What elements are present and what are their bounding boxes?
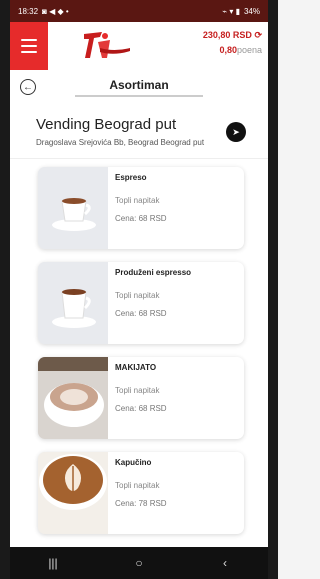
product-name: Kapučino bbox=[115, 458, 152, 467]
balance-amount: 230,80 RSD bbox=[202, 30, 252, 40]
espresso-image bbox=[38, 167, 108, 249]
status-notification-icons: ◙ ◀ ◆ • bbox=[42, 6, 69, 16]
recent-apps-icon[interactable]: ||| bbox=[33, 556, 73, 570]
main-content: ← Asortiman Vending Beograd put Dragosla… bbox=[10, 70, 268, 547]
product-price: Cena: 68 RSD bbox=[115, 309, 167, 318]
product-card[interactable]: Kapučino Topli napitak Cena: 78 RSD bbox=[38, 452, 244, 534]
product-price: Cena: 78 RSD bbox=[115, 499, 167, 508]
product-name: Espreso bbox=[115, 173, 147, 182]
app-header: 230,80 RSD ⟳ 0,80poena bbox=[10, 22, 268, 70]
status-bar: 18:32 ◙ ◀ ◆ • ⌁ ▾ ▮ 34% bbox=[10, 0, 268, 22]
location-address: Dragoslava Srejovića Bb, Beograd Beograd… bbox=[36, 138, 205, 147]
product-price: Cena: 68 RSD bbox=[115, 214, 167, 223]
product-category: Topli napitak bbox=[115, 196, 160, 205]
product-category: Topli napitak bbox=[115, 291, 160, 300]
location-name: Vending Beograd put bbox=[36, 116, 177, 133]
back-icon[interactable]: ‹ bbox=[205, 556, 245, 570]
navigation-arrow-icon[interactable]: ➤ bbox=[226, 122, 246, 142]
macchiato-image bbox=[38, 357, 108, 439]
cappuccino-image bbox=[38, 452, 108, 534]
android-nav-bar: ||| ○ ‹ bbox=[10, 547, 268, 579]
menu-button[interactable] bbox=[10, 22, 48, 70]
battery-level: 34% bbox=[243, 6, 260, 16]
status-signal-icons: ⌁ ▾ ▮ bbox=[222, 6, 240, 16]
home-icon[interactable]: ○ bbox=[119, 556, 159, 570]
product-category: Topli napitak bbox=[115, 386, 160, 395]
brand-logo bbox=[84, 32, 130, 58]
long-espresso-image bbox=[38, 262, 108, 344]
page-subheader: ← Asortiman bbox=[10, 70, 268, 104]
menu-icon-line bbox=[21, 39, 37, 41]
menu-icon-line bbox=[21, 51, 37, 53]
menu-icon-line bbox=[21, 45, 37, 47]
back-arrow-icon[interactable]: ← bbox=[20, 79, 36, 95]
product-name: Produženi espresso bbox=[115, 268, 192, 277]
product-name: MAKIJATO bbox=[115, 363, 157, 372]
product-card[interactable]: MAKIJATO Topli napitak Cena: 68 RSD bbox=[38, 357, 244, 439]
refresh-icon[interactable]: ⟳ bbox=[254, 30, 262, 40]
product-list: Espreso Topli napitak Cena: 68 RSD Produ… bbox=[10, 159, 268, 534]
balance-display: 230,80 RSD ⟳ 0,80poena bbox=[203, 28, 262, 58]
location-section: Vending Beograd put Dragoslava Srejovića… bbox=[10, 104, 268, 159]
product-price: Cena: 68 RSD bbox=[115, 404, 167, 413]
product-card[interactable]: Espreso Topli napitak Cena: 68 RSD bbox=[38, 167, 244, 249]
product-card[interactable]: Produženi espresso Topli napitak Cena: 6… bbox=[38, 262, 244, 344]
status-time: 18:32 bbox=[18, 6, 39, 16]
product-category: Topli napitak bbox=[115, 481, 160, 490]
page-title: Asortiman bbox=[75, 78, 203, 97]
points-unit: poena bbox=[236, 45, 262, 55]
points-amount: 0,80 bbox=[219, 45, 237, 55]
